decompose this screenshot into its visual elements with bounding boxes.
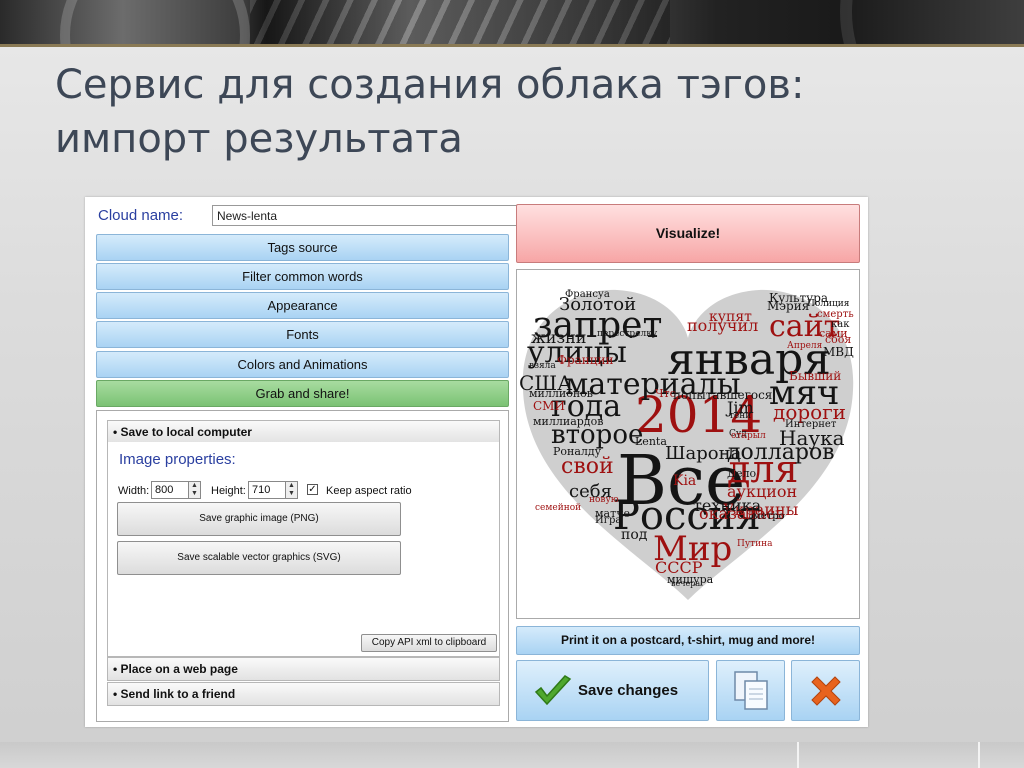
cloud-word: миллиардов	[533, 415, 604, 428]
footer-divider	[797, 742, 799, 768]
cloud-word: семейной	[535, 503, 582, 513]
dimensions-row: Width: 800 ▲ ▼ Height: 710 ▲ ▼ ✓ Keep aspe…	[118, 481, 478, 501]
cloud-word: открыл	[731, 431, 766, 441]
tab-appearance[interactable]: Appearance	[96, 292, 509, 319]
cloud-word: метро	[753, 511, 785, 522]
copy-button[interactable]	[716, 660, 785, 721]
visualize-button[interactable]: Visualize!	[516, 204, 860, 263]
cloud-name-row: Cloud name:	[96, 205, 518, 227]
cloud-name-label: Cloud name:	[98, 207, 184, 224]
cloud-word: взяла	[529, 361, 556, 371]
cloud-word: перестрелку	[597, 329, 658, 339]
save-local-panel: Image properties: Width: 800 ▲ ▼ Height: …	[107, 442, 500, 657]
save-svg-button[interactable]: Save scalable vector graphics (SVG)	[117, 541, 401, 575]
save-local-header[interactable]: • Save to local computer	[107, 420, 500, 444]
keep-aspect-label: Keep aspect ratio	[326, 485, 412, 497]
delete-button[interactable]	[791, 660, 860, 721]
cloud-word: СМИ	[533, 399, 565, 413]
cloud-word: попытавшегося	[673, 388, 773, 402]
header-photo-band	[0, 0, 1024, 44]
tab-fonts[interactable]: Fonts	[96, 321, 509, 348]
slide-title: Сервис для создания облака тэгов: импорт…	[55, 58, 955, 166]
save-png-button[interactable]: Save graphic image (PNG)	[117, 502, 401, 536]
cloud-word: Шарона	[665, 443, 742, 464]
cloud-word: Путина	[737, 539, 773, 549]
height-input[interactable]: 710	[248, 481, 286, 499]
image-properties-heading: Image properties:	[119, 451, 236, 468]
grab-share-content: • Save to local computer Image propertie…	[96, 410, 509, 722]
wheel-arc-decoration	[60, 0, 250, 44]
cloud-word: тени	[729, 411, 752, 421]
cloud-word: Мэрия	[767, 299, 810, 313]
cloud-word: под	[621, 527, 648, 543]
save-changes-label: Save changes	[578, 682, 679, 699]
tab-filter-common-words[interactable]: Filter common words	[96, 263, 509, 290]
checkmark-icon	[534, 675, 572, 706]
tag-cloud-preview: Все 2014 января Россия для материалы запрет год…	[516, 269, 860, 619]
wheel-arc-decoration-right	[840, 0, 1024, 44]
cloud-word: Роналду	[553, 445, 602, 458]
tab-colors-animations[interactable]: Colors and Animations	[96, 351, 509, 378]
width-stepper[interactable]: ▲ ▼	[188, 481, 201, 499]
cloud-word: новую	[589, 495, 619, 505]
tab-tags-source[interactable]: Tags source	[96, 234, 509, 261]
height-stepper[interactable]: ▲ ▼	[285, 481, 298, 499]
cloud-word: жизни	[531, 328, 587, 347]
cloud-word: Игра	[595, 515, 622, 526]
cloud-word: Lenta	[635, 435, 667, 448]
stripes-decoration	[250, 0, 670, 44]
send-link-header[interactable]: • Send link to a friend	[107, 682, 500, 706]
slide-title-line-2: импорт результата	[55, 116, 463, 162]
cloud-word-layer: Все 2014 января Россия для материалы запрет год…	[517, 270, 859, 618]
print-merch-button[interactable]: Print it on a postcard, t-shirt, mug and…	[516, 626, 860, 655]
cloud-word: Бывший	[789, 369, 842, 383]
cloud-word: Апреля	[787, 341, 823, 351]
close-icon	[811, 676, 841, 706]
slide-title-line-1: Сервис для создания облака тэгов:	[55, 62, 805, 108]
height-label: Height:	[211, 485, 246, 497]
cloud-word: Наука	[779, 426, 845, 450]
cloud-word: Полиция	[807, 299, 850, 309]
cloud-word: купят	[709, 309, 752, 325]
header-rule	[0, 44, 1024, 47]
cloud-word: МВД	[823, 345, 854, 359]
cloud-word: Интернет	[785, 419, 837, 430]
width-label: Width:	[118, 485, 150, 497]
cloud-word: сами	[819, 327, 848, 340]
footer-bar	[0, 742, 1024, 768]
tab-grab-and-share[interactable]: Grab and share!	[96, 380, 509, 407]
cloud-word: Франции	[557, 353, 614, 367]
keep-aspect-checkbox[interactable]: ✓	[307, 484, 318, 495]
cloud-word: миллионов	[529, 387, 593, 400]
width-input[interactable]: 800	[151, 481, 189, 499]
place-web-page-header[interactable]: • Place on a web page	[107, 657, 500, 681]
cloud-word: свой	[561, 454, 614, 479]
copy-api-xml-button[interactable]: Copy API xml to clipboard	[361, 634, 497, 652]
cloud-name-input[interactable]	[212, 205, 518, 226]
footer-divider	[978, 742, 980, 768]
cloud-word: Kia	[673, 473, 697, 489]
save-changes-button[interactable]: Save changes	[516, 660, 709, 721]
copy-icon	[734, 671, 768, 710]
cloud-word: Дело	[727, 467, 757, 480]
cloud-word: вечера	[671, 579, 701, 588]
cloud-word: Франсуа	[565, 289, 610, 300]
cloud-word: смерть	[817, 309, 854, 320]
tag-cloud-app-window: Cloud name: Tags source Filter common wo…	[85, 197, 868, 727]
